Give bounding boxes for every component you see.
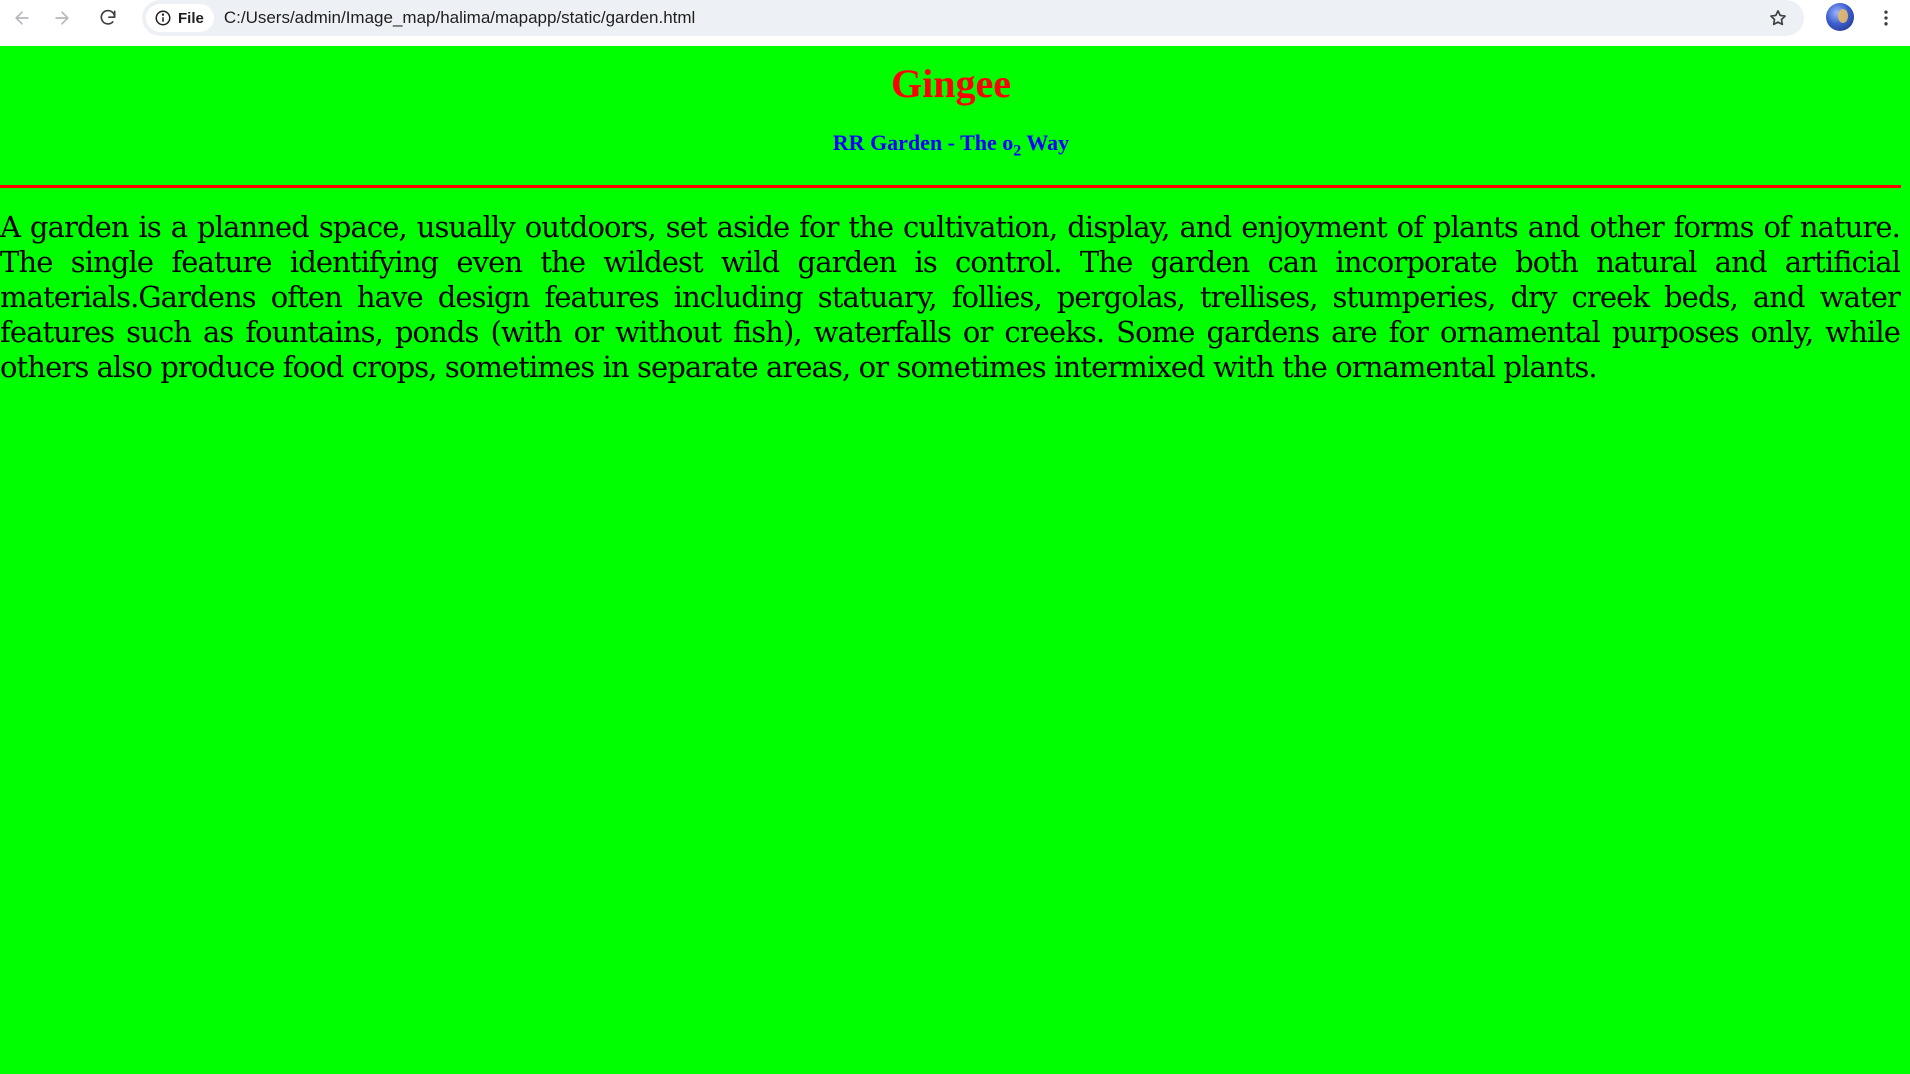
reload-icon	[100, 9, 116, 25]
page-title: Gingee	[891, 61, 1011, 106]
reload-button[interactable]	[86, 0, 130, 36]
page-subtitle: RR Garden - The o2 Way	[0, 130, 1902, 160]
site-chip-label: File	[178, 9, 204, 27]
site-info-chip[interactable]: File	[146, 4, 214, 32]
back-button[interactable]	[0, 0, 44, 36]
browser-menu-button[interactable]	[1870, 2, 1902, 34]
body-paragraph: A garden is a planned space, usually out…	[0, 210, 1901, 384]
forward-icon	[55, 11, 69, 25]
forward-button[interactable]	[40, 0, 84, 36]
kebab-menu-icon	[1884, 10, 1888, 26]
bookmark-button[interactable]	[1760, 0, 1796, 36]
address-bar[interactable]: File C:/Users/admin/Image_map/halima/map…	[142, 0, 1804, 36]
avatar[interactable]	[1826, 3, 1854, 31]
browser-toolbar: File C:/Users/admin/Image_map/halima/map…	[0, 0, 1910, 46]
page-content: Gingee RR Garden - The o2 Way A garden i…	[0, 46, 1910, 1074]
url-text[interactable]: C:/Users/admin/Image_map/halima/mapapp/s…	[224, 8, 1760, 28]
back-icon	[15, 11, 29, 25]
info-icon	[155, 10, 171, 26]
divider	[0, 185, 1901, 188]
star-icon	[1770, 10, 1786, 26]
subtitle-text-end: Way	[1021, 130, 1070, 155]
subtitle-text: RR Garden - The o	[832, 130, 1014, 155]
